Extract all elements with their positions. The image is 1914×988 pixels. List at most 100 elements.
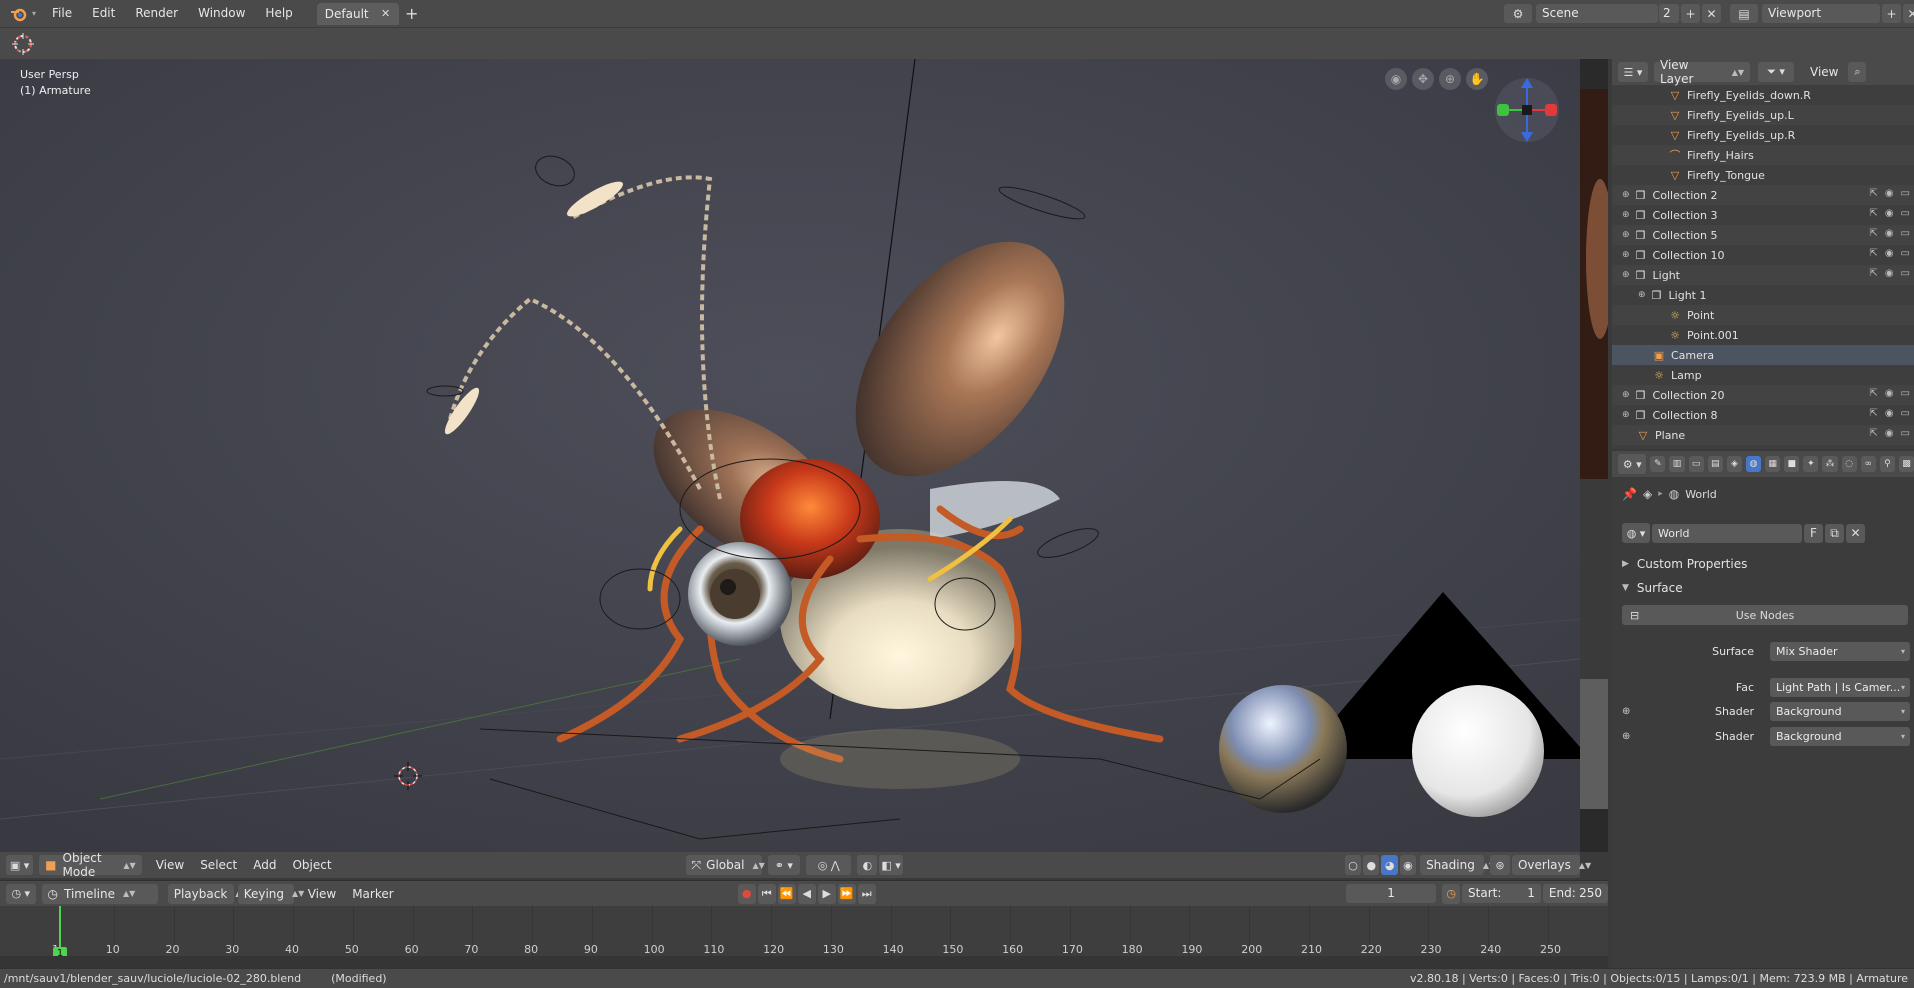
overlays-dropdown[interactable]: Overlays ▲▼ (1511, 855, 1591, 875)
menu-help[interactable]: Help (255, 0, 302, 27)
visibility-icon[interactable]: ◉ (1885, 268, 1894, 279)
tab-tool-icon[interactable]: ✎ (1650, 456, 1666, 472)
render-icon[interactable]: ▭ (1901, 408, 1910, 419)
expand-toggle-icon[interactable]: ⊕ (1622, 270, 1630, 280)
outliner-item[interactable]: ☼ Lamp (1612, 365, 1914, 385)
visibility-icon[interactable]: ◉ (1885, 248, 1894, 259)
3d-viewport[interactable]: User Persp (1) Armature ◉ ✥ ⊕ ✋ (0, 59, 1580, 852)
tab-render-icon[interactable]: ▥ (1669, 456, 1685, 472)
tab-object-icon[interactable]: ■ (1784, 456, 1800, 472)
timeline-menu-view[interactable]: View (300, 887, 344, 901)
visibility-icon[interactable]: ◉ (1885, 408, 1894, 419)
tab-physics-icon[interactable]: ◌ (1841, 456, 1857, 472)
preview-range-icon[interactable]: ◷ (1442, 883, 1461, 904)
timeline-mode-dropdown[interactable]: ◷ Timeline ▲▼ (41, 883, 158, 904)
visibility-icon[interactable]: ◉ (1885, 428, 1894, 439)
outliner-item[interactable]: ☼ Point.001 (1612, 325, 1914, 345)
render-icon[interactable]: ▭ (1901, 228, 1910, 239)
delete-viewlayer-icon[interactable]: ✕ (1903, 4, 1914, 23)
expand-toggle-icon[interactable]: ⊕ (1622, 230, 1630, 240)
selectable-icon[interactable]: ⇱ (1869, 228, 1877, 239)
snap-toggle-icon[interactable]: ◎ ⋀ (806, 855, 852, 875)
outliner-menu-view[interactable]: View (1802, 65, 1846, 79)
timeline-area[interactable]: 1102030405060708090100110120130140150160… (0, 906, 1608, 968)
selectable-icon[interactable]: ⇱ (1869, 408, 1877, 419)
outliner-item[interactable]: ☼ Point (1612, 305, 1914, 325)
search-icon[interactable]: ⌕ (1848, 62, 1867, 82)
outliner-item[interactable]: ⊕ ❐ Collection 8 ⇱ ◉ ▭ (1612, 405, 1914, 425)
restriction-toggles[interactable]: ⇱ ◉ ▭ (1869, 188, 1910, 199)
side-editor-strip[interactable] (1580, 59, 1608, 852)
selectable-icon[interactable]: ⇱ (1869, 268, 1877, 279)
jump-end-icon[interactable]: ⏭ (857, 883, 876, 904)
expand-shader-icon[interactable]: ⊕ (1622, 731, 1630, 742)
restriction-toggles[interactable]: ⇱ ◉ ▭ (1869, 208, 1910, 219)
keying-dropdown[interactable]: Keying ▲▼ (237, 883, 304, 904)
expand-toggle-icon[interactable]: ⊕ (1638, 290, 1646, 300)
menu-render[interactable]: Render (125, 0, 188, 27)
scene-name-field[interactable]: Scene (1536, 4, 1658, 23)
visibility-icon[interactable]: ◉ (1885, 208, 1894, 219)
restriction-toggles[interactable]: ⇱ ◉ ▭ (1869, 248, 1910, 259)
jump-keyframe-forward-icon[interactable]: ⏩ (837, 883, 856, 904)
play-reverse-icon[interactable]: ◀ (797, 883, 816, 904)
menu-window[interactable]: Window (188, 0, 255, 27)
outliner-item[interactable]: ▽ Plane ⇱ ◉ ▭ (1612, 425, 1914, 445)
current-frame-field[interactable]: 1 (1345, 884, 1437, 903)
object-mode-dropdown[interactable]: ■ Object Mode ▲▼ (39, 851, 142, 879)
timeline-menu-marker[interactable]: Marker (344, 887, 401, 901)
outliner-item[interactable]: ▽ Firefly_Tongue (1612, 165, 1914, 185)
outliner-item[interactable]: ▣ Camera (1612, 345, 1914, 365)
selectable-icon[interactable]: ⇱ (1869, 208, 1877, 219)
render-icon[interactable]: ▭ (1901, 428, 1910, 439)
vp-menu-object[interactable]: Object (284, 858, 339, 872)
vp-menu-add[interactable]: Add (245, 858, 284, 872)
outliner-item[interactable]: ⊕ ❐ Light ⇱ ◉ ▭ (1612, 265, 1914, 285)
start-frame-field[interactable]: Start: 1 (1462, 884, 1541, 903)
pan-icon[interactable]: ✋ (1466, 68, 1488, 90)
cursor-tool-icon[interactable] (9, 30, 37, 58)
wireframe-shading-icon[interactable]: ○ (1344, 855, 1362, 875)
tab-collection-icon[interactable]: ▦ (1765, 456, 1781, 472)
editor-type-icon[interactable]: ▣ ▾ (6, 855, 34, 875)
outliner-panel[interactable]: ☰ ▾ View Layer ▲▼ ⏷ ▾ View ⌕ ▽ Firefly_Ey… (1612, 58, 1914, 449)
navigation-gizmo[interactable] (1492, 75, 1562, 145)
expand-toggle-icon[interactable]: ⊕ (1622, 390, 1630, 400)
scene-users-count[interactable]: 2 (1659, 4, 1679, 23)
expand-toggle-icon[interactable]: ⊕ (1622, 210, 1630, 220)
tab-constraints-icon[interactable]: ∞ (1860, 456, 1876, 472)
outliner-item[interactable]: ⌒ Firefly_Hairs (1612, 145, 1914, 165)
tab-output-icon[interactable]: ▭ (1688, 456, 1704, 472)
zoom-icon[interactable]: ⊕ (1439, 68, 1461, 90)
new-world-icon[interactable]: ⧉ (1825, 523, 1844, 543)
solid-shading-icon[interactable]: ● (1363, 855, 1380, 875)
workspace-tab-default[interactable]: Default ✕ (316, 2, 399, 25)
use-nodes-button[interactable]: ⊟ Use Nodes (1622, 605, 1908, 625)
outliner-item[interactable]: ⊕ ❐ Collection 20 ⇱ ◉ ▭ (1612, 385, 1914, 405)
expand-toggle-icon[interactable]: ⊕ (1622, 250, 1630, 260)
outliner-item[interactable]: ▽ Firefly_Eyelids_down.R (1612, 85, 1914, 105)
shading-dropdown[interactable]: Shading ▲▼ (1420, 855, 1495, 875)
play-icon[interactable]: ▶ (817, 883, 836, 904)
visibility-icon[interactable]: ◉ (1885, 228, 1894, 239)
fac-input-dropdown[interactable]: Light Path | Is Camer... ▾ (1770, 677, 1910, 697)
custom-properties-panel-header[interactable]: ▶ Custom Properties (1612, 553, 1914, 575)
outliner-item[interactable]: ▽ Firefly_Eyelids_up.L (1612, 105, 1914, 125)
add-workspace-icon[interactable]: + (403, 4, 421, 23)
tab-particles-icon[interactable]: ⁂ (1822, 456, 1838, 472)
restriction-toggles[interactable]: ⇱ ◉ ▭ (1869, 268, 1910, 279)
unlink-world-icon[interactable]: ✕ (1846, 523, 1865, 543)
render-icon[interactable]: ▭ (1901, 248, 1910, 259)
tab-modifiers-icon[interactable]: ✦ (1803, 456, 1819, 472)
selectable-icon[interactable]: ⇱ (1869, 428, 1877, 439)
camera-view-icon[interactable]: ◉ (1385, 68, 1407, 90)
tab-view-layer-icon[interactable]: ▤ (1707, 456, 1723, 472)
selectable-icon[interactable]: ⇱ (1869, 248, 1877, 259)
timeline-editor-type-icon[interactable]: ◷ ▾ (6, 883, 36, 904)
tab-scene-icon[interactable]: ◈ (1726, 456, 1742, 472)
properties-editor-type-icon[interactable]: ⚙ ▾ (1618, 454, 1647, 474)
viewlayer-name-field[interactable]: Viewport (1762, 4, 1880, 23)
rendered-shading-icon[interactable]: ◉ (1399, 855, 1417, 875)
jump-keyframe-back-icon[interactable]: ⏪ (777, 883, 796, 904)
record-icon[interactable]: ● (737, 883, 756, 904)
